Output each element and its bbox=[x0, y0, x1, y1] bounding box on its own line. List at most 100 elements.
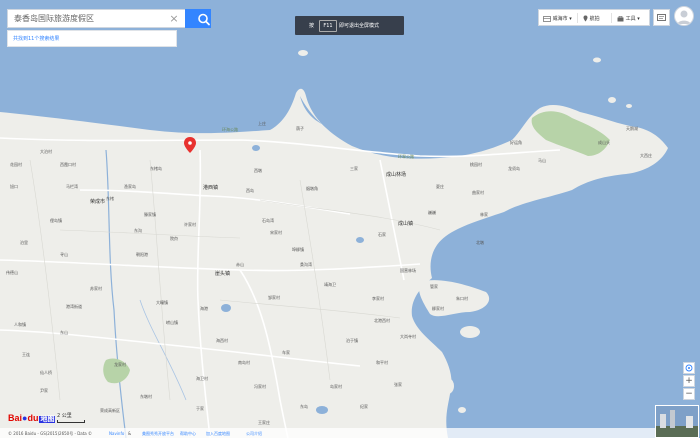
location-pin-icon bbox=[583, 15, 588, 22]
map-label: 赤山 bbox=[236, 262, 244, 267]
map-label: 石岛湾 bbox=[262, 218, 274, 223]
map-label: 朝阳港 bbox=[136, 252, 148, 257]
chevron-down-icon: ▾ bbox=[637, 16, 640, 22]
map-label: 荣成市 bbox=[90, 199, 106, 205]
footer-link-open-platform[interactable]: 美图秀秀开放平台 bbox=[142, 431, 174, 437]
map-label: 三家 bbox=[350, 166, 358, 171]
chevron-down-icon: ▾ bbox=[569, 16, 572, 22]
search-icon bbox=[198, 13, 210, 26]
city-icon bbox=[543, 15, 551, 22]
aerial-label: 航拍 bbox=[589, 16, 600, 22]
map-toolbar: 威海市 ▾ 航拍 工具 ▾ bbox=[538, 9, 650, 26]
map-label: 荫子 bbox=[296, 126, 304, 131]
search-input[interactable] bbox=[8, 10, 184, 27]
map-label: 桃园村 bbox=[470, 162, 482, 167]
map-label: 和平村 bbox=[376, 360, 388, 365]
fullscreen-notice: 按 F11 即可退出全屏模式 bbox=[295, 16, 404, 35]
map-label: 花园村 bbox=[10, 162, 22, 167]
map-label: 院夼 bbox=[170, 236, 178, 241]
map-label: 东楮岛 bbox=[150, 166, 162, 171]
copyright-text: © 2016 Baidu - GS(2015)2650号 - Data © bbox=[8, 431, 93, 436]
map-label: 车家 bbox=[282, 350, 290, 355]
user-icon bbox=[677, 10, 691, 24]
map-label: 张家 bbox=[394, 382, 402, 387]
map-label: 龙家村 bbox=[114, 362, 126, 367]
map-label: 岛家村 bbox=[330, 384, 342, 389]
map-label: 寻山 bbox=[60, 252, 68, 257]
fullscreen-notice-prefix: 按 bbox=[309, 23, 315, 29]
footer-link-navinfo[interactable]: Navinfo bbox=[109, 431, 124, 436]
search-result-count[interactable]: 共找到11个搜索结果 bbox=[13, 35, 59, 42]
zoom-controls: + − bbox=[683, 362, 695, 401]
footer-link-join[interactable]: 加入百度地图 bbox=[206, 431, 230, 437]
map-label: 成山头 bbox=[598, 140, 610, 145]
aerial-view-button[interactable]: 航拍 bbox=[583, 15, 600, 22]
search-button[interactable] bbox=[185, 9, 211, 28]
map-label: 柳家村 bbox=[432, 306, 444, 311]
map-label: 环翠公路 bbox=[398, 154, 414, 159]
message-icon bbox=[657, 14, 666, 21]
map-label: 龙须岛 bbox=[508, 166, 520, 171]
map-label: 朱口村 bbox=[456, 296, 468, 301]
map-label: 人和镇 bbox=[14, 322, 26, 327]
map-label: 荣成高新区 bbox=[100, 408, 120, 413]
toolbar-divider bbox=[577, 13, 578, 23]
map-label: 曲家村 bbox=[472, 190, 484, 195]
map-label: 大泊村 bbox=[40, 149, 52, 154]
f11-key: F11 bbox=[319, 20, 337, 32]
map-label: 港湾街道 bbox=[66, 304, 82, 309]
city-label: 威海市 bbox=[552, 16, 568, 22]
zoom-out-button[interactable]: − bbox=[683, 388, 695, 400]
locate-button[interactable] bbox=[683, 362, 695, 374]
map-label: 港西镇 bbox=[203, 185, 219, 191]
map-label: 上庄 bbox=[258, 121, 266, 126]
map-label: 环海公路 bbox=[222, 127, 238, 132]
toolbox-icon bbox=[617, 15, 624, 21]
map-label: 泊于镇 bbox=[346, 338, 358, 343]
map-label: 马山 bbox=[538, 158, 546, 163]
map-label: 西岛 bbox=[246, 188, 254, 193]
locate-icon bbox=[685, 364, 693, 372]
map-canvas[interactable] bbox=[0, 0, 700, 438]
map-label: 烟墩角 bbox=[306, 186, 318, 191]
street-view-icon bbox=[656, 406, 698, 437]
map-label: 靖海卫 bbox=[324, 282, 336, 287]
search-suggestion[interactable]: 共找到11个搜索结果 bbox=[7, 30, 177, 47]
city-selector[interactable]: 威海市 ▾ bbox=[543, 15, 572, 22]
map-label: 苏家村 bbox=[90, 286, 102, 291]
map-label: 冯家村 bbox=[254, 384, 266, 389]
map-label: 尹家 bbox=[40, 388, 48, 393]
map-label: 于家 bbox=[196, 406, 204, 411]
map-label: 大岚寺村 bbox=[400, 334, 416, 339]
map-label: 许家村 bbox=[184, 222, 196, 227]
map-label: 海西村 bbox=[216, 338, 228, 343]
map-label: 南岛村 bbox=[238, 360, 250, 365]
footer-link-about[interactable]: 公司介绍 bbox=[246, 431, 262, 437]
tools-button[interactable]: 工具 ▾ bbox=[617, 15, 640, 22]
footer-separator: & bbox=[128, 431, 132, 436]
map-label: 石家 bbox=[378, 232, 386, 237]
map-label: 大疃镇 bbox=[156, 300, 168, 305]
map-label: 成山镇 bbox=[398, 221, 414, 227]
map-label: 东岛 bbox=[300, 404, 308, 409]
footer-bar: © 2016 Baidu - GS(2015)2650号 - Data © Na… bbox=[0, 428, 655, 438]
message-button[interactable] bbox=[653, 9, 670, 26]
map-label: 东山 bbox=[60, 330, 68, 335]
footer-link-help[interactable]: 帮助中心 bbox=[180, 431, 196, 437]
toolbar-divider bbox=[611, 13, 612, 23]
map-label: 东沟 bbox=[134, 228, 142, 233]
map-label: 埠柳镇 bbox=[292, 247, 304, 252]
map-label: 东楮 bbox=[106, 196, 114, 201]
street-view-thumbnail[interactable] bbox=[655, 405, 699, 438]
baidu-logo: Bai●du 地图 bbox=[8, 413, 56, 423]
map-label: 北墩 bbox=[476, 240, 484, 245]
map-label: 林家 bbox=[480, 212, 488, 217]
avatar[interactable] bbox=[674, 6, 694, 26]
clear-icon[interactable]: × bbox=[168, 13, 180, 25]
map-label: 桑沟湾 bbox=[300, 262, 312, 267]
map-label: 夏庄 bbox=[436, 184, 444, 189]
zoom-in-button[interactable]: + bbox=[683, 375, 695, 387]
scale-bar bbox=[57, 420, 85, 423]
map-label: 滕家镇 bbox=[144, 212, 156, 217]
map-label: 好运角 bbox=[510, 140, 522, 145]
